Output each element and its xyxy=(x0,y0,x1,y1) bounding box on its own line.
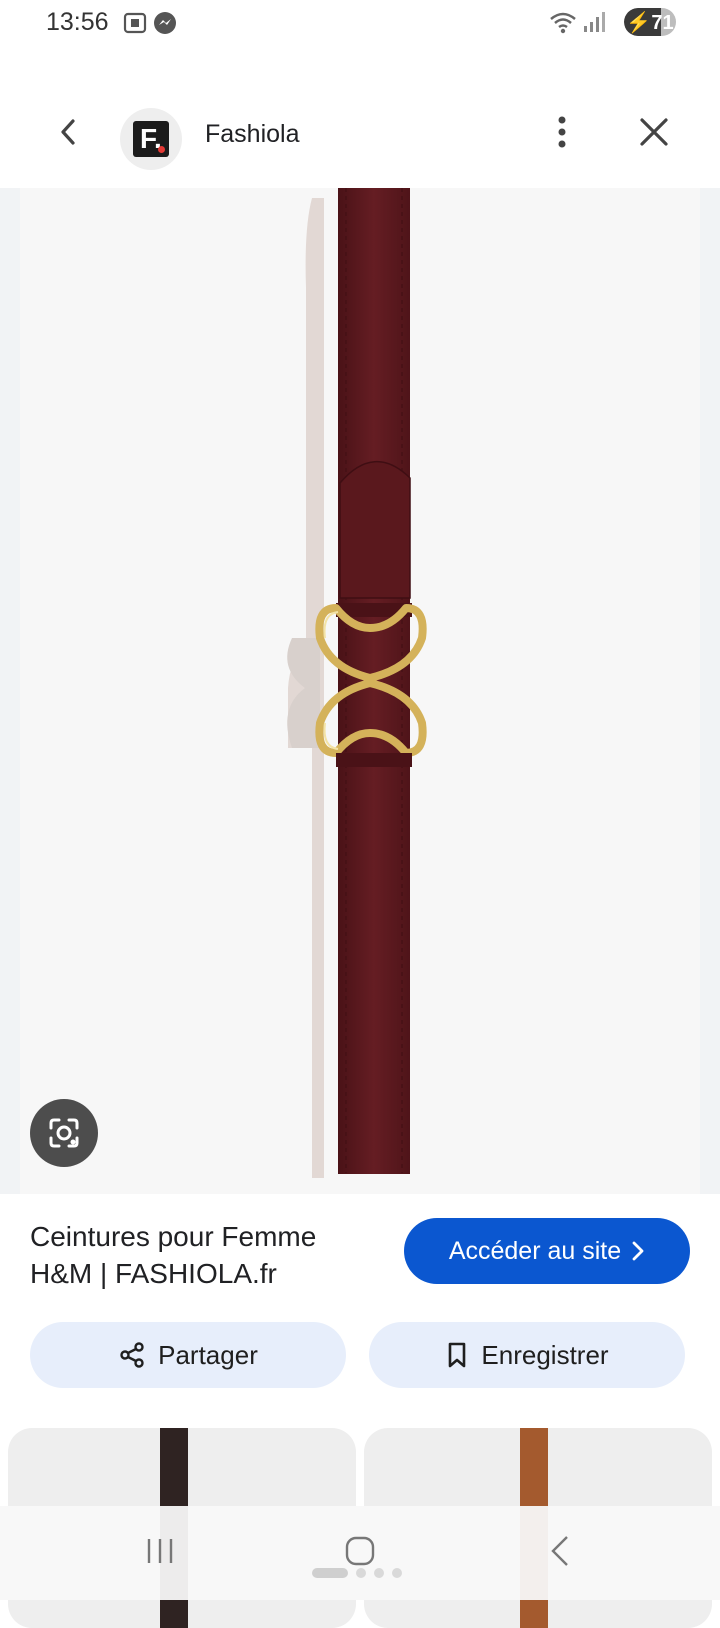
lens-icon xyxy=(49,1118,79,1148)
battery-charging-icon: ⚡71 xyxy=(624,8,676,36)
chevron-right-icon xyxy=(632,1241,644,1261)
page-dot xyxy=(356,1568,366,1578)
logo-dot xyxy=(158,146,165,153)
site-name[interactable]: Fashiola xyxy=(205,120,300,149)
product-image[interactable] xyxy=(0,188,720,1194)
viewer-header: F. Fashiola xyxy=(0,96,720,186)
more-options-button[interactable] xyxy=(544,110,580,154)
messenger-icon xyxy=(152,10,178,41)
back-arrow-icon xyxy=(551,1536,568,1566)
google-lens-button[interactable] xyxy=(30,1099,98,1167)
share-button[interactable]: Partager xyxy=(30,1322,346,1388)
product-image-background xyxy=(20,188,700,1194)
back-button[interactable] xyxy=(46,110,90,154)
belt-illustration xyxy=(287,188,427,1178)
belt-tip xyxy=(339,461,411,599)
product-title[interactable]: Ceintures pour Femme H&M | FASHIOLA.fr xyxy=(30,1218,380,1292)
share-label: Partager xyxy=(158,1339,258,1370)
status-time: 13:56 xyxy=(46,8,109,36)
more-vert-icon xyxy=(558,116,566,148)
page-dot xyxy=(392,1568,402,1578)
signal-icon xyxy=(582,10,606,41)
system-navigation-bar xyxy=(0,1506,720,1600)
visit-site-button[interactable]: Accéder au site xyxy=(404,1218,690,1284)
bookmark-icon xyxy=(449,1342,466,1368)
battery-level: ⚡71 xyxy=(626,12,674,34)
close-button[interactable] xyxy=(632,110,676,154)
screenshot-icon xyxy=(122,10,148,41)
close-icon xyxy=(640,118,668,146)
page-dot-active xyxy=(312,1568,348,1578)
chevron-left-icon xyxy=(61,119,75,145)
wifi-icon xyxy=(548,10,578,41)
recent-apps-icon xyxy=(147,1539,173,1563)
save-label: Enregistrer xyxy=(481,1339,609,1370)
visit-site-label: Accéder au site xyxy=(448,1236,622,1265)
recent-apps-button[interactable] xyxy=(130,1526,190,1576)
save-button[interactable]: Enregistrer xyxy=(369,1322,685,1388)
share-icon xyxy=(120,1342,144,1368)
product-title-line1: Ceintures pour Femme xyxy=(30,1221,317,1252)
status-bar: 13:56 ⚡71 xyxy=(0,0,720,48)
fashiola-logo-icon: F. xyxy=(133,121,169,157)
page-dot xyxy=(374,1568,384,1578)
home-icon xyxy=(345,1536,375,1566)
product-title-line2: H&M | FASHIOLA.fr xyxy=(30,1258,277,1289)
nav-back-button[interactable] xyxy=(530,1526,590,1576)
page-indicator xyxy=(312,1568,402,1578)
site-logo[interactable]: F. xyxy=(120,108,182,170)
